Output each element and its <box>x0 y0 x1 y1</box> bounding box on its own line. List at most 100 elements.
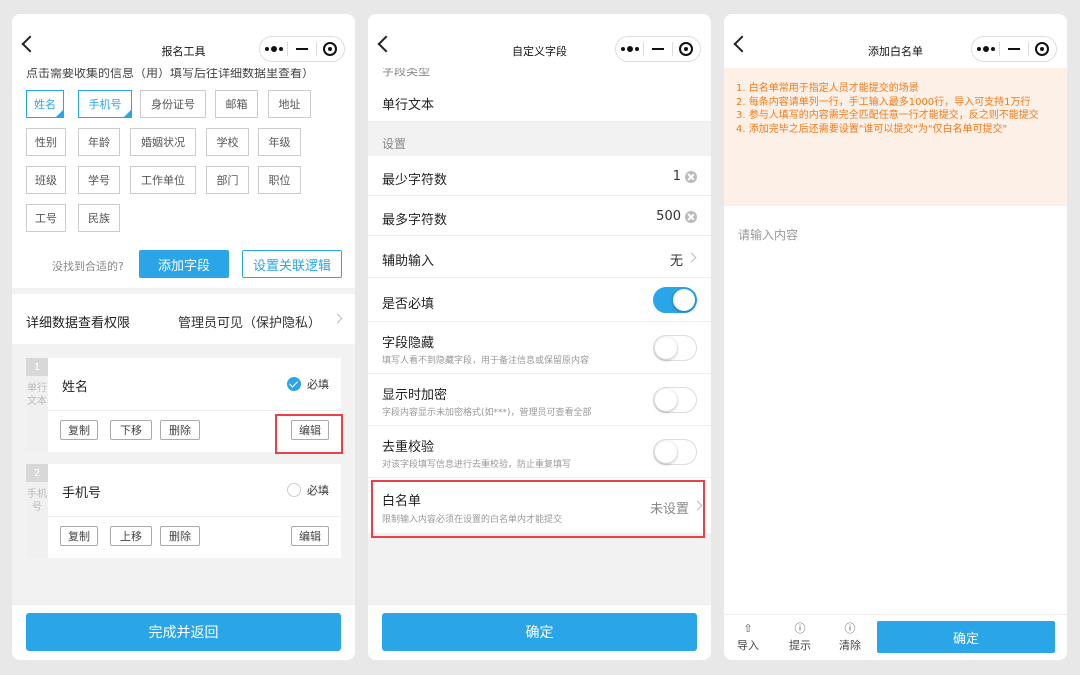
chip-school[interactable]: 学校 <box>206 128 249 156</box>
more-button[interactable] <box>616 37 643 61</box>
dedup-label: 去重校验 <box>382 440 435 455</box>
field-type-label: 字段类型 <box>368 68 711 80</box>
dedup-switch[interactable] <box>653 439 697 465</box>
required-toggle[interactable]: 必填 <box>287 482 329 498</box>
min-chars-label: 最少字符数 <box>382 173 448 188</box>
highlight-edit <box>275 414 343 454</box>
delete-button[interactable]: 删除 <box>160 526 200 546</box>
chip-name[interactable]: 姓名 <box>26 90 64 118</box>
move-up-button[interactable]: 上移 <box>110 526 152 546</box>
close-button[interactable] <box>317 37 344 61</box>
chip-ethnicity[interactable]: 民族 <box>78 204 120 232</box>
min-chars-value: 1 <box>672 169 681 184</box>
chip-employee-no[interactable]: 工号 <box>26 204 66 232</box>
chip-department[interactable]: 部门 <box>206 166 249 194</box>
field-title: 姓名 <box>62 380 89 395</box>
clear-icon[interactable] <box>685 211 697 223</box>
phone-add-whitelist: 添加白名单 1. 白名单常用于指定人员才能提交的场景 2. 每条内容请单列一行，… <box>724 14 1067 660</box>
assist-input-row[interactable]: 辅助输入 无 <box>368 236 711 278</box>
mini-program-capsule <box>615 36 701 62</box>
perm-value: 管理员可见（保护隐私） <box>177 316 321 331</box>
hidden-sub: 填写人看不到隐藏字段，用于备注信息或保留原内容 <box>382 356 590 366</box>
field-card: 2 手机号 手机号 必填 复制 上移 删除 编辑 <box>26 464 341 558</box>
move-down-button[interactable]: 下移 <box>110 420 152 440</box>
set-logic-button[interactable]: 设置关联逻辑 <box>242 250 342 278</box>
chip-grade[interactable]: 年级 <box>258 128 301 156</box>
minimize-icon <box>1007 48 1020 50</box>
minimize-icon <box>651 48 664 50</box>
chip-address[interactable]: 地址 <box>268 90 311 118</box>
checkmark-icon <box>287 377 301 391</box>
bottom-bar: 完成并返回 <box>12 604 355 660</box>
settings-section: 设置 <box>382 137 407 151</box>
delete-button[interactable]: 删除 <box>160 420 200 440</box>
whitelist-textarea[interactable]: 请输入内容 <box>724 206 1067 614</box>
tips-button[interactable]: ⓘ 提示 <box>782 621 818 653</box>
clear-button[interactable]: ⓘ 清除 <box>832 621 868 653</box>
chip-phone[interactable]: 手机号 <box>78 90 132 118</box>
max-chars-label: 最多字符数 <box>382 213 448 228</box>
notice-line: 3. 参与人填写的内容需完全匹配任意一行才能提交，反之则不能提交 <box>736 110 1039 121</box>
chip-employer[interactable]: 工作单位 <box>130 166 196 194</box>
minimize-button[interactable] <box>288 37 315 61</box>
copy-button[interactable]: 复制 <box>60 526 98 546</box>
phone-registration-tool: 报名工具 点击需要收集的信息（用）填写后往详细数据里查看） 姓名 手机号 身份证… <box>12 14 355 660</box>
picker-hint: 点击需要收集的信息（用）填写后往详细数据里查看） <box>26 68 315 80</box>
chip-marital[interactable]: 婚姻状况 <box>130 128 196 156</box>
max-chars-row[interactable]: 最多字符数 500 <box>368 196 711 236</box>
unchecked-icon <box>287 483 301 497</box>
chip-class[interactable]: 班级 <box>26 166 66 194</box>
question-icon: ⓘ <box>844 622 856 635</box>
close-button[interactable] <box>673 37 700 61</box>
dedup-row: 去重校验 对该字段填写信息进行去重校验，防止重复填写 <box>368 426 711 478</box>
chip-student-no[interactable]: 学号 <box>78 166 120 194</box>
hidden-switch[interactable] <box>653 335 697 361</box>
more-dots-icon <box>976 46 995 52</box>
field-number: 1 <box>26 358 48 376</box>
close-target-icon <box>323 42 338 56</box>
field-title: 手机号 <box>62 486 102 501</box>
highlight-whitelist <box>371 480 705 538</box>
hidden-label: 字段隐藏 <box>382 336 435 351</box>
min-chars-row[interactable]: 最少字符数 1 <box>368 156 711 196</box>
notice-line: 1. 白名单常用于指定人员才能提交的场景 <box>736 83 919 94</box>
chip-position[interactable]: 职位 <box>258 166 301 194</box>
add-field-button[interactable]: 添加字段 <box>139 250 229 278</box>
hidden-row: 字段隐藏 填写人看不到隐藏字段，用于备注信息或保留原内容 <box>368 322 711 374</box>
encrypt-switch[interactable] <box>653 387 697 413</box>
required-switch[interactable] <box>653 287 697 313</box>
close-target-icon <box>1035 42 1050 56</box>
upload-icon: ⇧ <box>743 622 753 635</box>
field-type-row: 单行文本 <box>368 80 711 122</box>
close-button[interactable] <box>1029 37 1056 61</box>
question-icon: ⓘ <box>794 622 806 635</box>
more-button[interactable] <box>260 37 287 61</box>
edit-button[interactable]: 编辑 <box>291 526 329 546</box>
perm-label: 详细数据查看权限 <box>26 316 131 331</box>
notice-line: 4. 添加完毕之后还需要设置"谁可以提交"为"仅白名单可提交" <box>736 123 1008 135</box>
chip-gender[interactable]: 性别 <box>26 128 66 156</box>
required-label: 是否必填 <box>382 297 435 312</box>
chip-email[interactable]: 邮箱 <box>215 90 258 118</box>
field-type: 单行文本 <box>27 383 47 407</box>
assist-input-value: 无 <box>669 254 683 269</box>
chip-id-card[interactable]: 身份证号 <box>140 90 206 118</box>
nav-bar: 报名工具 <box>12 14 355 68</box>
required-toggle[interactable]: 必填 <box>287 376 329 392</box>
confirm-button[interactable]: 确定 <box>877 621 1055 653</box>
nav-bar: 自定义字段 <box>368 14 711 68</box>
minimize-button[interactable] <box>1000 37 1027 61</box>
max-chars-value: 500 <box>656 209 681 224</box>
encrypt-label: 显示时加密 <box>382 388 448 403</box>
minimize-button[interactable] <box>644 37 671 61</box>
data-permission-row[interactable]: 详细数据查看权限 管理员可见（保护隐私） <box>12 294 355 344</box>
more-button[interactable] <box>972 37 999 61</box>
field-picker: 点击需要收集的信息（用）填写后往详细数据里查看） 姓名 手机号 身份证号 邮箱 … <box>12 68 355 288</box>
clear-icon[interactable] <box>685 171 697 183</box>
confirm-button[interactable]: 确定 <box>382 613 697 651</box>
chip-age[interactable]: 年龄 <box>78 128 120 156</box>
chevron-right-icon <box>332 313 343 324</box>
copy-button[interactable]: 复制 <box>60 420 98 440</box>
done-return-button[interactable]: 完成并返回 <box>26 613 341 651</box>
import-button[interactable]: ⇧ 导入 <box>730 621 766 653</box>
